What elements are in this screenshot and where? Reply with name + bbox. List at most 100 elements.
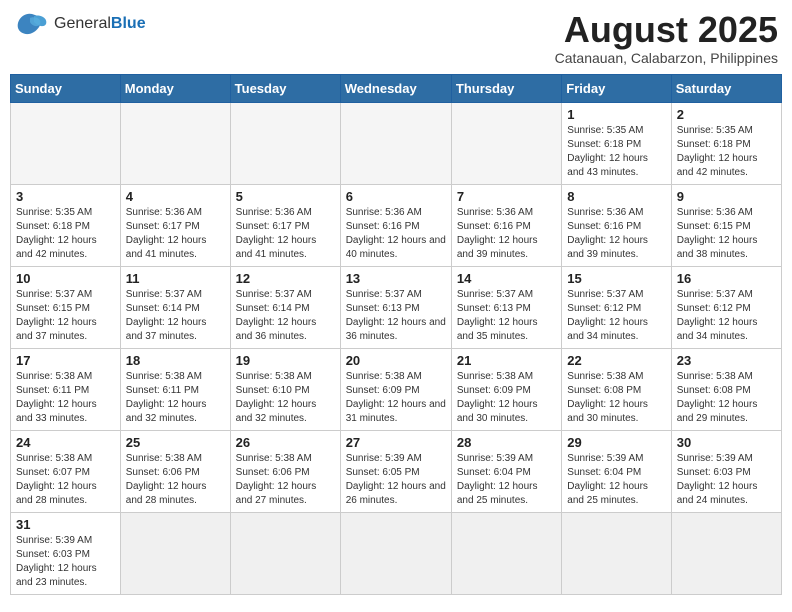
day-number: 20: [346, 353, 446, 368]
day-number: 7: [457, 189, 556, 204]
day-number: 1: [567, 107, 665, 122]
calendar-week-5: 24Sunrise: 5:38 AM Sunset: 6:07 PM Dayli…: [11, 430, 782, 512]
calendar-cell: 25 Sunrise: 5:38 AM Sunset: 6:06 PM Dayli…: [120, 430, 230, 512]
day-number: 12: [236, 271, 335, 286]
day-info: Sunrise: 5:37 AM Sunset: 6:14 PM Dayligh…: [236, 288, 335, 344]
day-number: 8: [567, 189, 665, 204]
day-number: 30: [677, 435, 776, 450]
day-info: Sunrise: 5:39 AM Sunset: 6:03 PM Dayligh…: [677, 452, 776, 508]
day-header-thursday: Thursday: [451, 74, 561, 102]
day-info: Sunrise: 5:35 AM Sunset: 6:18 PM Dayligh…: [677, 124, 776, 180]
calendar-cell: 14 Sunrise: 5:37 AM Sunset: 6:13 PM Dayli…: [451, 266, 561, 348]
calendar-cell: 15 Sunrise: 5:37 AM Sunset: 6:12 PM Dayli…: [562, 266, 671, 348]
calendar-cell: 12 Sunrise: 5:37 AM Sunset: 6:14 PM Dayli…: [230, 266, 340, 348]
day-number: 15: [567, 271, 665, 286]
calendar-week-6: 31 Sunrise: 5:39 AM Sunset: 6:03 PM Dayli…: [11, 512, 782, 594]
calendar-week-1: 1 Sunrise: 5:35 AM Sunset: 6:18 PM Daylig…: [11, 102, 782, 184]
day-header-saturday: Saturday: [671, 74, 781, 102]
day-info: Sunrise: 5:36 AM Sunset: 6:17 PM Dayligh…: [236, 206, 335, 262]
calendar-cell: 13Sunrise: 5:37 AM Sunset: 6:13 PM Dayli…: [340, 266, 451, 348]
calendar-header-row: SundayMondayTuesdayWednesdayThursdayFrid…: [11, 74, 782, 102]
calendar-cell: 1 Sunrise: 5:35 AM Sunset: 6:18 PM Daylig…: [562, 102, 671, 184]
day-info: Sunrise: 5:38 AM Sunset: 6:09 PM Dayligh…: [346, 370, 446, 426]
day-number: 6: [346, 189, 446, 204]
day-number: 22: [567, 353, 665, 368]
calendar-cell: 27 Sunrise: 5:39 AM Sunset: 6:05 PM Dayli…: [340, 430, 451, 512]
day-number: 28: [457, 435, 556, 450]
calendar-cell: 31 Sunrise: 5:39 AM Sunset: 6:03 PM Dayli…: [11, 512, 121, 594]
day-number: 16: [677, 271, 776, 286]
day-info: Sunrise: 5:37 AM Sunset: 6:12 PM Dayligh…: [567, 288, 665, 344]
calendar-cell: 24Sunrise: 5:38 AM Sunset: 6:07 PM Dayli…: [11, 430, 121, 512]
day-info: Sunrise: 5:37 AM Sunset: 6:13 PM Dayligh…: [346, 288, 446, 344]
calendar-cell: 4Sunrise: 5:36 AM Sunset: 6:17 PM Daylig…: [120, 184, 230, 266]
day-info: Sunrise: 5:36 AM Sunset: 6:16 PM Dayligh…: [346, 206, 446, 262]
day-info: Sunrise: 5:38 AM Sunset: 6:06 PM Dayligh…: [236, 452, 335, 508]
calendar-cell: 3 Sunrise: 5:35 AM Sunset: 6:18 PM Daylig…: [11, 184, 121, 266]
day-number: 24: [16, 435, 115, 450]
day-info: Sunrise: 5:39 AM Sunset: 6:05 PM Dayligh…: [346, 452, 446, 508]
calendar-cell: 29 Sunrise: 5:39 AM Sunset: 6:04 PM Dayli…: [562, 430, 671, 512]
day-info: Sunrise: 5:39 AM Sunset: 6:04 PM Dayligh…: [567, 452, 665, 508]
day-number: 26: [236, 435, 335, 450]
day-number: 23: [677, 353, 776, 368]
day-number: 14: [457, 271, 556, 286]
calendar-week-2: 3 Sunrise: 5:35 AM Sunset: 6:18 PM Daylig…: [11, 184, 782, 266]
day-header-friday: Friday: [562, 74, 671, 102]
calendar-cell: [230, 512, 340, 594]
day-number: 18: [126, 353, 225, 368]
calendar-cell: [230, 102, 340, 184]
calendar-cell: [340, 102, 451, 184]
day-info: Sunrise: 5:38 AM Sunset: 6:11 PM Dayligh…: [16, 370, 115, 426]
day-info: Sunrise: 5:39 AM Sunset: 6:03 PM Dayligh…: [16, 534, 115, 590]
calendar-cell: 8 Sunrise: 5:36 AM Sunset: 6:16 PM Daylig…: [562, 184, 671, 266]
calendar-cell: 2Sunrise: 5:35 AM Sunset: 6:18 PM Daylig…: [671, 102, 781, 184]
calendar-cell: 20 Sunrise: 5:38 AM Sunset: 6:09 PM Dayli…: [340, 348, 451, 430]
day-info: Sunrise: 5:36 AM Sunset: 6:16 PM Dayligh…: [567, 206, 665, 262]
day-info: Sunrise: 5:39 AM Sunset: 6:04 PM Dayligh…: [457, 452, 556, 508]
day-number: 3: [16, 189, 115, 204]
day-header-wednesday: Wednesday: [340, 74, 451, 102]
day-info: Sunrise: 5:35 AM Sunset: 6:18 PM Dayligh…: [16, 206, 115, 262]
calendar-cell: 19Sunrise: 5:38 AM Sunset: 6:10 PM Dayli…: [230, 348, 340, 430]
day-number: 11: [126, 271, 225, 286]
calendar-cell: [11, 102, 121, 184]
calendar-cell: [120, 512, 230, 594]
day-header-monday: Monday: [120, 74, 230, 102]
day-info: Sunrise: 5:37 AM Sunset: 6:12 PM Dayligh…: [677, 288, 776, 344]
calendar-week-3: 10Sunrise: 5:37 AM Sunset: 6:15 PM Dayli…: [11, 266, 782, 348]
calendar-cell: [671, 512, 781, 594]
calendar-cell: 5 Sunrise: 5:36 AM Sunset: 6:17 PM Daylig…: [230, 184, 340, 266]
day-number: 19: [236, 353, 335, 368]
calendar-cell: 22 Sunrise: 5:38 AM Sunset: 6:08 PM Dayli…: [562, 348, 671, 430]
calendar-cell: 6 Sunrise: 5:36 AM Sunset: 6:16 PM Daylig…: [340, 184, 451, 266]
logo: GeneralBlue: [14, 10, 146, 38]
calendar-cell: [451, 102, 561, 184]
day-info: Sunrise: 5:35 AM Sunset: 6:18 PM Dayligh…: [567, 124, 665, 180]
day-info: Sunrise: 5:37 AM Sunset: 6:13 PM Dayligh…: [457, 288, 556, 344]
location-subtitle: Catanauan, Calabarzon, Philippines: [555, 50, 778, 66]
day-info: Sunrise: 5:36 AM Sunset: 6:16 PM Dayligh…: [457, 206, 556, 262]
day-number: 25: [126, 435, 225, 450]
day-number: 31: [16, 517, 115, 532]
calendar-cell: 17Sunrise: 5:38 AM Sunset: 6:11 PM Dayli…: [11, 348, 121, 430]
calendar-cell: 7 Sunrise: 5:36 AM Sunset: 6:16 PM Daylig…: [451, 184, 561, 266]
day-number: 5: [236, 189, 335, 204]
calendar-cell: 18Sunrise: 5:38 AM Sunset: 6:11 PM Dayli…: [120, 348, 230, 430]
page-header: GeneralBlue August 2025 Catanauan, Calab…: [10, 10, 782, 66]
day-info: Sunrise: 5:36 AM Sunset: 6:17 PM Dayligh…: [126, 206, 225, 262]
day-info: Sunrise: 5:38 AM Sunset: 6:08 PM Dayligh…: [567, 370, 665, 426]
day-number: 10: [16, 271, 115, 286]
day-info: Sunrise: 5:38 AM Sunset: 6:06 PM Dayligh…: [126, 452, 225, 508]
day-header-tuesday: Tuesday: [230, 74, 340, 102]
day-number: 29: [567, 435, 665, 450]
calendar-cell: [451, 512, 561, 594]
day-number: 9: [677, 189, 776, 204]
calendar-cell: 16 Sunrise: 5:37 AM Sunset: 6:12 PM Dayli…: [671, 266, 781, 348]
day-number: 27: [346, 435, 446, 450]
calendar-cell: 10Sunrise: 5:37 AM Sunset: 6:15 PM Dayli…: [11, 266, 121, 348]
calendar-cell: 11Sunrise: 5:37 AM Sunset: 6:14 PM Dayli…: [120, 266, 230, 348]
day-number: 21: [457, 353, 556, 368]
calendar-cell: 26 Sunrise: 5:38 AM Sunset: 6:06 PM Dayli…: [230, 430, 340, 512]
calendar-cell: 9Sunrise: 5:36 AM Sunset: 6:15 PM Daylig…: [671, 184, 781, 266]
